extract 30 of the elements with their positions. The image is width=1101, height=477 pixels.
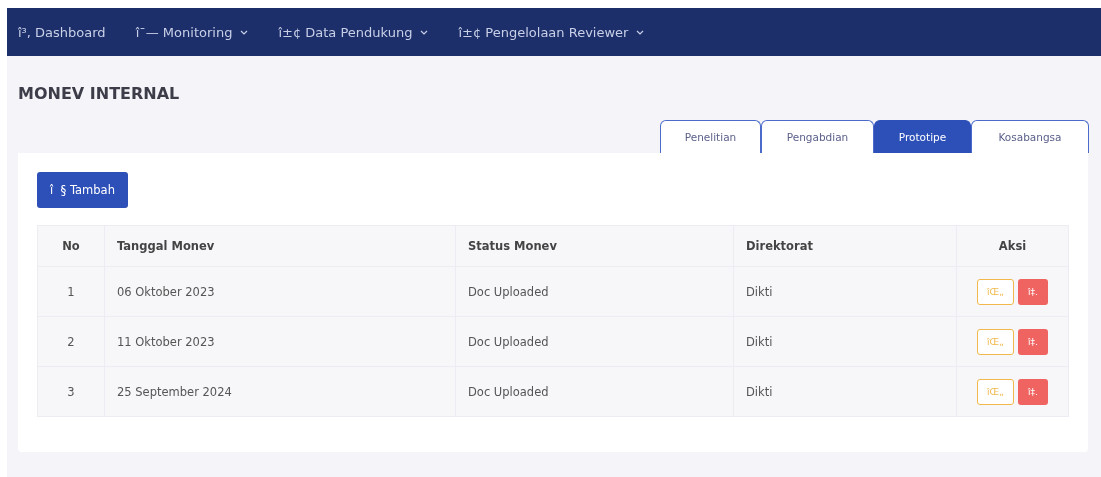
page-title: MONEV INTERNAL <box>17 83 181 105</box>
add-button[interactable]: î § Tambah <box>37 172 128 208</box>
table-cell: 25 September 2024 <box>104 366 456 417</box>
tab[interactable]: Kosabangsa <box>971 120 1089 153</box>
nav-item[interactable]: î³, Dashboard <box>18 24 106 40</box>
nav-item[interactable]: î±¢ Data Pendukung <box>278 24 429 40</box>
table-cell: Doc Uploaded <box>455 316 734 367</box>
table-cell: Doc Uploaded <box>455 366 734 417</box>
tab[interactable]: Pengabdian <box>761 120 874 153</box>
chevron-down-icon <box>420 29 429 35</box>
table-cell: Dikti <box>733 266 957 317</box>
table-cell: Dikti <box>733 316 957 367</box>
table-cell: 1 <box>37 266 105 317</box>
table-cell: Doc Uploaded <box>455 266 734 317</box>
table-cell: 3 <box>37 366 105 417</box>
chevron-down-icon <box>240 29 249 35</box>
nav-item[interactable]: î¯— Monitoring <box>135 24 249 40</box>
chevron-down-icon <box>636 29 645 35</box>
column-header: Tanggal Monev <box>104 225 456 267</box>
table-cell: 06 Oktober 2023 <box>104 266 456 317</box>
table-cell: 2 <box>37 316 105 367</box>
tab[interactable]: Penelitian <box>660 120 761 153</box>
column-header: Aksi <box>956 225 1069 267</box>
table-cell: 11 Oktober 2023 <box>104 316 456 367</box>
column-header: Direktorat <box>733 225 957 267</box>
nav-item[interactable]: î±¢ Pengelolaan Reviewer <box>458 24 645 40</box>
table-cell: Dikti <box>733 366 957 417</box>
column-header: No <box>37 225 105 267</box>
tab[interactable]: Prototipe <box>874 120 971 153</box>
column-header: Status Monev <box>455 225 734 267</box>
